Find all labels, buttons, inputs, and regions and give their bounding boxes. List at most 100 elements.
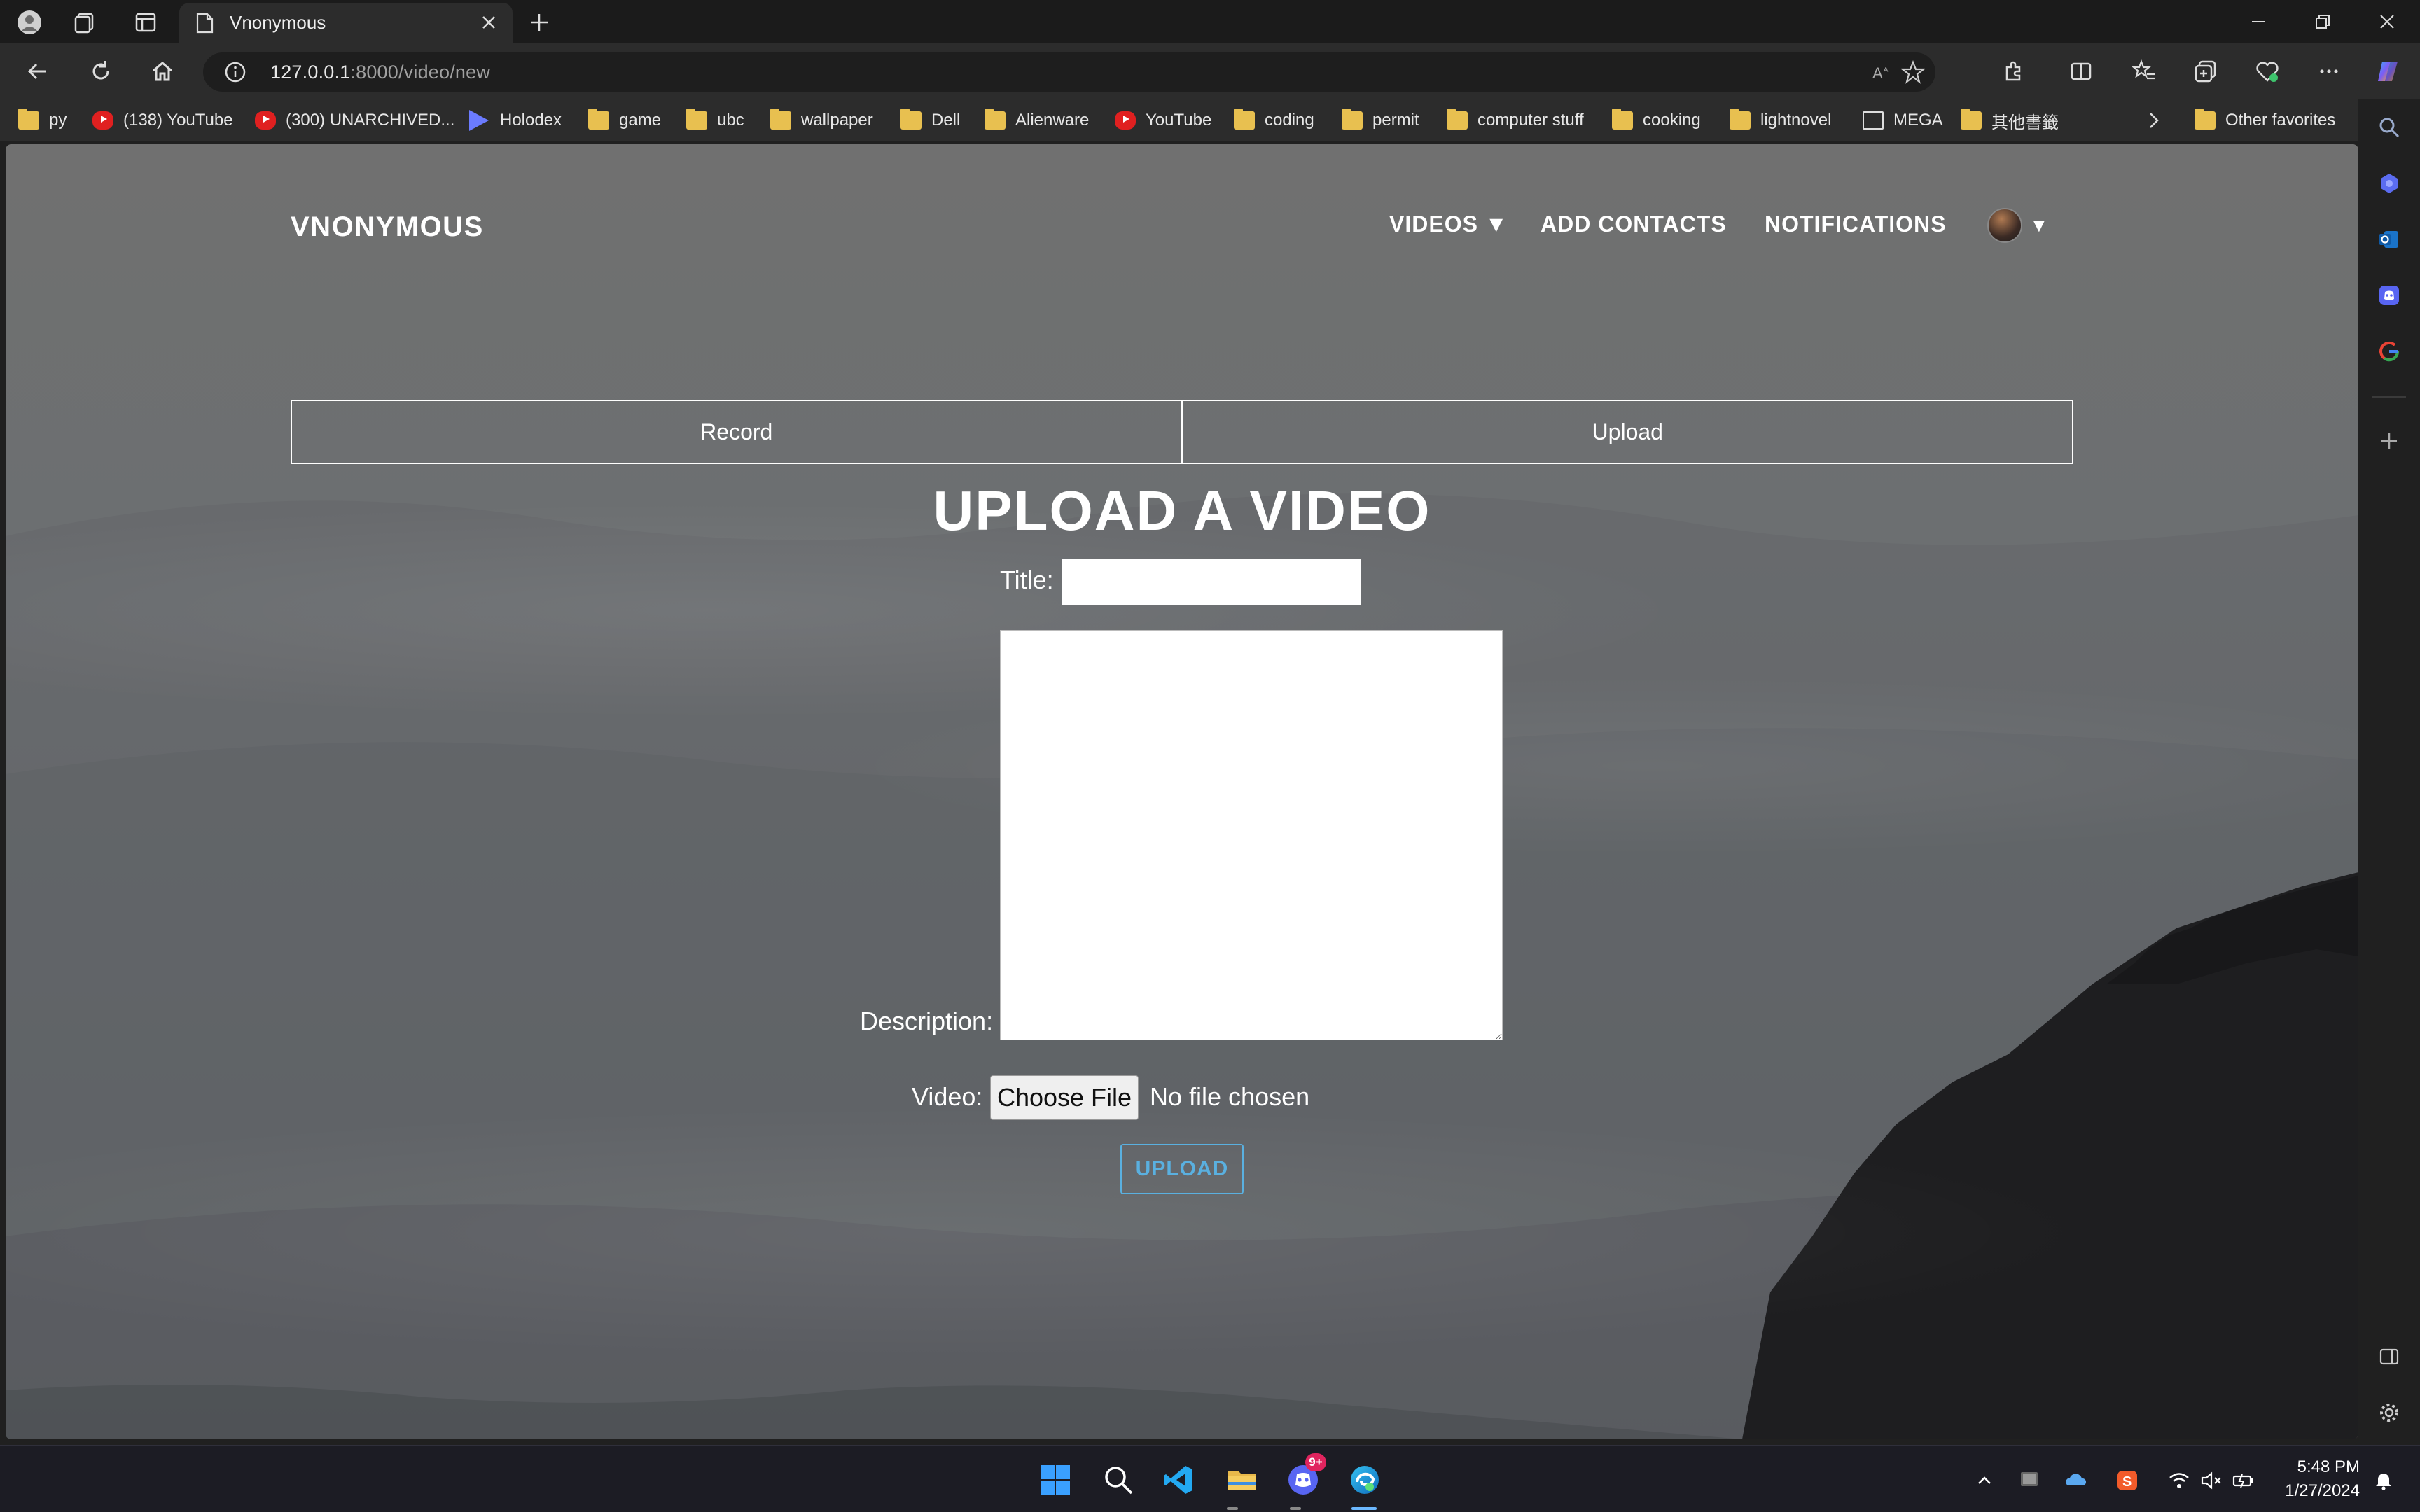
choose-file-button[interactable]: Choose File	[990, 1075, 1139, 1120]
sogou-input-icon[interactable]: S	[2113, 1466, 2141, 1494]
nav-videos-dropdown[interactable]: VIDEOS ▼	[1389, 211, 1508, 237]
outlook-icon[interactable]	[2374, 224, 2405, 255]
system-clock[interactable]: 5:48 PM 1/27/2024	[2276, 1455, 2360, 1503]
sidebar-panel-icon[interactable]	[2374, 1341, 2405, 1372]
bookmark-game[interactable]: game	[588, 106, 661, 134]
show-hidden-icons-chevron-icon[interactable]	[1970, 1466, 1998, 1494]
favorites-icon[interactable]	[2126, 55, 2162, 88]
tab-upload[interactable]: Upload	[1183, 400, 2073, 464]
explorer-running-indicator	[1227, 1507, 1238, 1510]
search-icon[interactable]	[2374, 112, 2405, 143]
more-menu-icon[interactable]	[2311, 55, 2347, 88]
folder-icon	[1342, 108, 1363, 130]
folder-icon	[985, 108, 1006, 130]
holodex-icon	[469, 110, 490, 131]
minimize-icon[interactable]	[2227, 3, 2290, 41]
bookmark-label: MEGA	[1893, 111, 1943, 130]
split-screen-icon[interactable]	[2063, 55, 2099, 88]
folder-icon	[1447, 108, 1468, 130]
bookmark-ubc[interactable]: ubc	[686, 106, 744, 134]
upload-button[interactable]: UPLOAD	[1120, 1144, 1244, 1194]
bookmark-holodex[interactable]: Holodex	[469, 106, 562, 134]
nav-notifications[interactable]: NOTIFICATIONS	[1765, 211, 1947, 237]
folder-icon	[770, 108, 791, 130]
read-aloud-icon[interactable]: Aᴬ	[1870, 59, 1898, 85]
bookmark-dell[interactable]: Dell	[900, 106, 960, 134]
notification-bell-icon[interactable]	[2370, 1466, 2398, 1494]
site-brand[interactable]: VNONYMOUS	[291, 211, 484, 243]
folder-icon	[1730, 108, 1751, 130]
restore-icon[interactable]	[2291, 3, 2354, 41]
avatar[interactable]	[1987, 208, 2022, 243]
bookmark-coding[interactable]: coding	[1234, 106, 1314, 134]
wifi-icon[interactable]	[2165, 1466, 2193, 1494]
folder-icon	[588, 108, 609, 130]
back-icon[interactable]	[20, 55, 56, 88]
bookmark-label: YouTube	[1146, 111, 1212, 130]
windows-start-icon[interactable]	[1035, 1460, 1076, 1500]
description-textarea[interactable]	[1000, 630, 1503, 1040]
refresh-icon[interactable]	[83, 55, 119, 88]
nav-add-contacts[interactable]: ADD CONTACTS	[1541, 211, 1727, 237]
extensions-icon[interactable]	[1996, 55, 2032, 88]
copilot-sidebar-icon[interactable]	[2374, 168, 2405, 199]
edge-taskbar-icon[interactable]	[1344, 1460, 1385, 1500]
bookmark-label: cooking	[1643, 111, 1701, 130]
browser-toolbar: 127.0.0.1:8000/video/new Aᴬ	[0, 43, 2420, 99]
edge-sidebar	[2358, 99, 2420, 1443]
battery-icon[interactable]	[2230, 1466, 2258, 1494]
bookmark-cooking[interactable]: cooking	[1612, 106, 1701, 134]
folder-icon	[1961, 108, 1982, 130]
active-tab[interactable]: Vnonymous	[179, 3, 513, 43]
avatar-dropdown-caret[interactable]: ▼	[2029, 214, 2049, 237]
tab-title: Vnonymous	[230, 12, 326, 33]
title-input[interactable]	[1062, 559, 1361, 605]
bookmark-other-favorites[interactable]: Other favorites	[2195, 106, 2335, 134]
address-bar[interactable]: 127.0.0.1:8000/video/new Aᴬ	[203, 52, 1935, 92]
copilot-icon[interactable]	[2370, 55, 2406, 88]
new-tab-icon[interactable]	[524, 7, 555, 38]
tray-app-icon[interactable]	[2015, 1466, 2043, 1494]
bookmark-lightnovel[interactable]: lightnovel	[1730, 106, 1831, 134]
bookmark-wallpaper[interactable]: wallpaper	[770, 106, 873, 134]
bookmark-youtube-138[interactable]: (138) YouTube	[92, 106, 233, 134]
taskbar-search-icon[interactable]	[1098, 1460, 1139, 1500]
bookmark-unarchived[interactable]: (300) UNARCHIVED...	[255, 106, 454, 134]
folder-icon	[18, 108, 39, 130]
bookmark-permit[interactable]: permit	[1342, 106, 1419, 134]
account-menu[interactable]: ▼	[1987, 204, 2049, 246]
bookmarks-overflow-chevron-icon[interactable]	[2146, 106, 2162, 134]
vscode-icon[interactable]	[1158, 1460, 1199, 1500]
home-icon[interactable]	[144, 55, 181, 88]
discord-sidebar-icon[interactable]	[2374, 280, 2405, 311]
web-page: VNONYMOUS VIDEOS ▼ ADD CONTACTS NOTIFICA…	[6, 144, 2358, 1439]
browser-essentials-icon[interactable]	[2249, 55, 2286, 88]
sidebar-settings-gear-icon[interactable]	[2374, 1397, 2405, 1428]
folder-icon	[2195, 108, 2216, 130]
close-window-icon[interactable]	[2356, 3, 2419, 41]
collections-icon[interactable]	[2188, 55, 2224, 88]
file-status-text: No file chosen	[1150, 1082, 1310, 1111]
bookmark-label: Alienware	[1015, 111, 1090, 130]
add-sidebar-app-icon[interactable]	[2374, 426, 2405, 456]
vertical-tabs-icon[interactable]	[130, 7, 161, 38]
browser-title-bar: Vnonymous	[0, 0, 2420, 43]
bookmark-label: py	[49, 111, 67, 130]
bookmark-youtube[interactable]: YouTube	[1115, 106, 1211, 134]
volume-muted-icon[interactable]	[2197, 1466, 2225, 1494]
close-tab-icon[interactable]	[476, 10, 501, 35]
bookmark-alienware[interactable]: Alienware	[985, 106, 1089, 134]
bookmark-label: 其他書籤	[1991, 112, 2059, 132]
onedrive-icon[interactable]	[2061, 1466, 2089, 1494]
profile-icon[interactable]	[14, 7, 45, 38]
workspaces-icon[interactable]	[70, 7, 101, 38]
tab-record[interactable]: Record	[291, 400, 1183, 464]
google-icon[interactable]	[2374, 336, 2405, 367]
bookmark-computer-stuff[interactable]: computer stuff	[1447, 106, 1584, 134]
file-explorer-icon[interactable]	[1221, 1460, 1262, 1500]
site-info-icon[interactable]	[224, 61, 246, 83]
favorite-star-icon[interactable]	[1899, 59, 1927, 85]
bookmark-py[interactable]: py	[18, 106, 67, 134]
bookmark-other-books[interactable]: 其他書籤	[1961, 106, 2059, 134]
bookmark-mega[interactable]: MEGA	[1863, 106, 1943, 134]
